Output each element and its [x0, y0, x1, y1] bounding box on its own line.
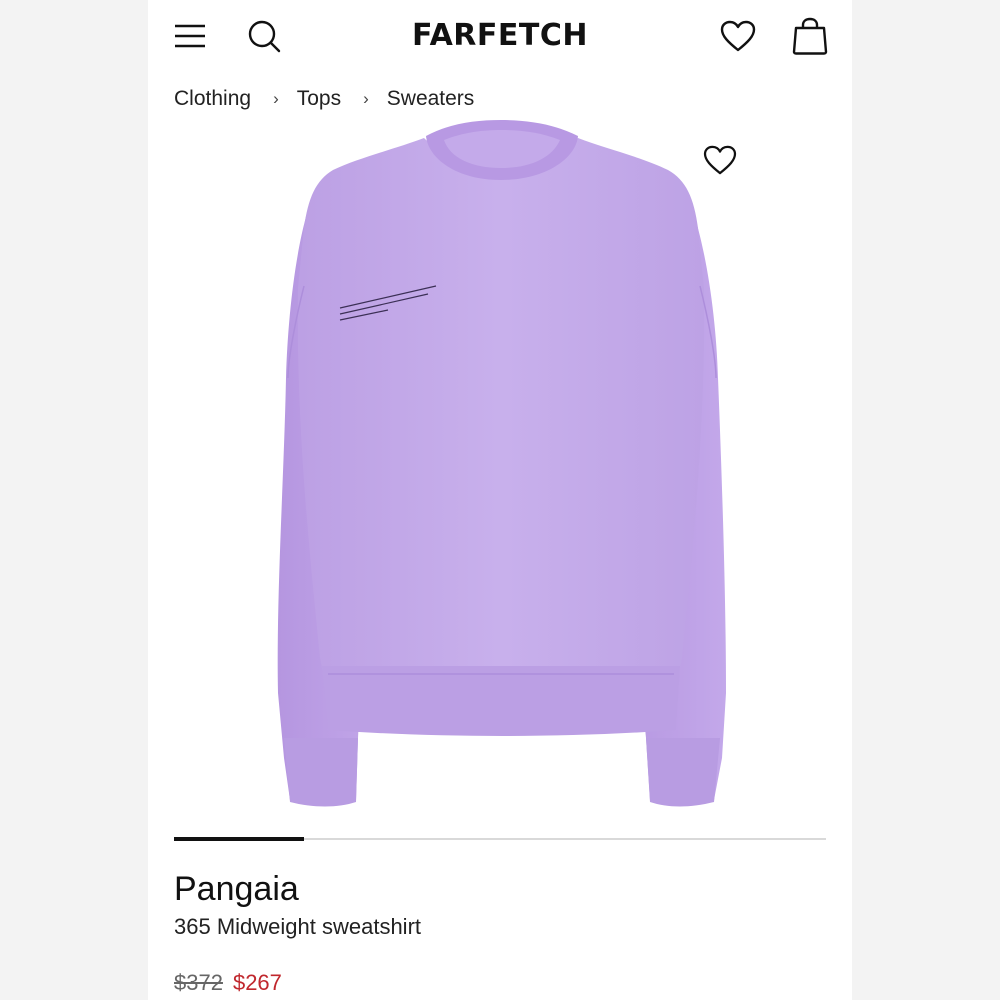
breadcrumb-separator: › [363, 89, 369, 108]
breadcrumb-tops[interactable]: Tops [297, 87, 341, 111]
image-carousel-progress[interactable] [174, 837, 826, 841]
original-price: $372 [174, 970, 223, 995]
menu-icon[interactable] [170, 16, 210, 56]
product-page: FARFETCH Clothing › Tops › Sweaters Pang… [148, 0, 852, 1000]
farfetch-logo[interactable]: FARFETCH [348, 18, 652, 54]
product-title: 365 Midweight sweatshirt [174, 914, 422, 939]
breadcrumb-sweaters[interactable]: Sweaters [387, 87, 475, 111]
screenshot-frame: FARFETCH Clothing › Tops › Sweaters Pang… [0, 0, 1000, 1000]
product-image-gallery[interactable] [148, 118, 852, 828]
breadcrumb-clothing[interactable]: Clothing [174, 87, 251, 111]
shopping-bag-icon[interactable] [788, 14, 832, 58]
brand-name[interactable]: Pangaia [174, 868, 299, 910]
sale-price: $267 [232, 970, 282, 995]
carousel-progress-indicator [174, 837, 305, 841]
breadcrumb: Clothing › Tops › Sweaters [174, 84, 474, 114]
heart-icon[interactable] [716, 14, 760, 58]
breadcrumb-separator: › [273, 89, 279, 108]
top-header: FARFETCH [148, 0, 852, 72]
right-background-margin [852, 0, 1000, 1000]
heart-outline-icon[interactable] [698, 138, 742, 182]
price-block: $372 $267 [174, 968, 282, 998]
left-background-margin [0, 0, 148, 1000]
lavender-sweatshirt-photo [277, 120, 726, 807]
search-icon[interactable] [244, 16, 284, 56]
